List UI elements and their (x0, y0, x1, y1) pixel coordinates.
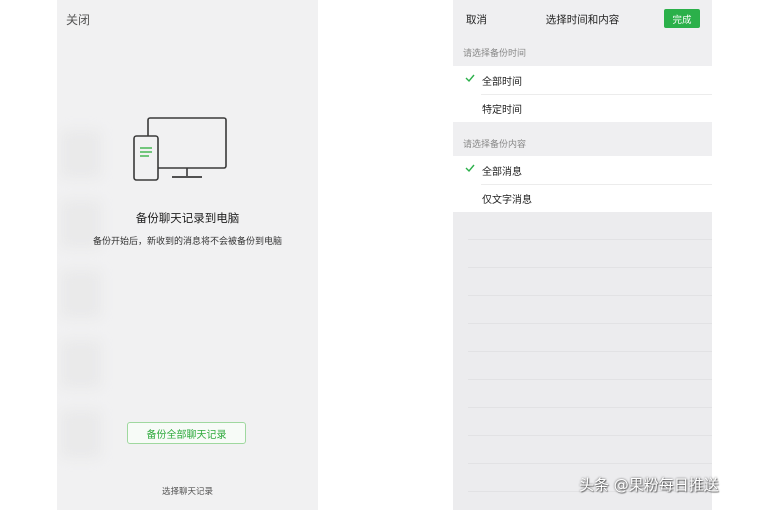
phone-icon (133, 135, 159, 181)
option-all-time[interactable]: 全部时间 (453, 66, 712, 94)
select-time-content-screen: 选择时间和内容 取消 完成 请选择备份时间 全部时间 特定时间 请选择备份内容 … (453, 0, 712, 510)
blurred-chat-avatar (61, 270, 101, 318)
divider (468, 407, 712, 408)
divider (468, 267, 712, 268)
divider (468, 239, 712, 240)
content-options: 全部消息 仅文字消息 (453, 156, 712, 212)
empty-area (453, 212, 712, 510)
backup-description: 备份开始后，新收到的消息将不会被备份到电脑 (92, 237, 282, 247)
backup-to-pc-screen: 关闭 备份聊天记录到电脑 备份开始后，新收到的消息将不会被备份到电脑 备份全部聊… (57, 0, 318, 510)
phone-to-computer-icon (133, 117, 227, 181)
time-section-header: 请选择备份时间 (463, 49, 527, 59)
divider (468, 463, 712, 464)
option-specific-time[interactable]: 特定时间 (453, 94, 712, 122)
divider (468, 435, 712, 436)
close-button[interactable]: 关闭 (66, 11, 90, 28)
blurred-chat-avatar (61, 130, 101, 178)
choose-chats-link[interactable]: 选择聊天记录 (57, 485, 318, 497)
page-title: 备份聊天记录到电脑 (135, 211, 240, 225)
checkmark-icon (465, 74, 475, 83)
blurred-chat-avatar (61, 340, 101, 388)
divider (468, 351, 712, 352)
nav-bar: 选择时间和内容 取消 完成 (453, 0, 712, 38)
option-text-only[interactable]: 仅文字消息 (453, 184, 712, 212)
blurred-chat-avatar (61, 410, 101, 458)
option-all-messages[interactable]: 全部消息 (453, 156, 712, 184)
content-section-header: 请选择备份内容 (463, 140, 527, 150)
monitor-icon (147, 117, 227, 178)
checkmark-icon (465, 164, 475, 173)
time-options: 全部时间 特定时间 (453, 66, 712, 122)
divider (468, 323, 712, 324)
option-label: 仅文字消息 (482, 195, 532, 206)
divider (468, 379, 712, 380)
cancel-button[interactable]: 取消 (466, 12, 487, 27)
backup-all-button[interactable]: 备份全部聊天记录 (127, 422, 246, 444)
option-label: 特定时间 (482, 105, 522, 116)
watermark: 头条 @果粉每日推送 (579, 476, 719, 494)
option-label: 全部时间 (482, 77, 522, 88)
divider (468, 295, 712, 296)
done-button[interactable]: 完成 (664, 9, 700, 28)
option-label: 全部消息 (482, 167, 522, 178)
